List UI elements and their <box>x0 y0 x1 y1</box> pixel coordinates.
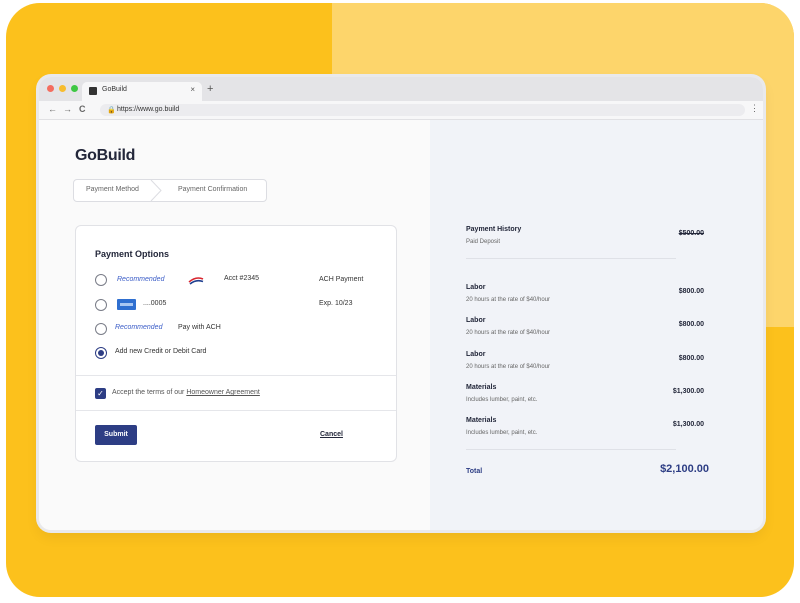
submit-button[interactable]: Submit <box>95 425 137 445</box>
order-summary-pane: Payment History Paid Deposit $500.00 Lab… <box>430 120 763 530</box>
line-item-title: Labor <box>466 351 486 358</box>
card-number: ....0005 <box>143 300 167 307</box>
cancel-link[interactable]: Cancel <box>320 431 343 438</box>
tab-title: GoBuild <box>102 86 127 93</box>
account-number: Acct #2345 <box>224 275 260 282</box>
new-tab-button[interactable]: + <box>207 83 213 95</box>
divider <box>76 410 396 411</box>
payment-history-title: Payment History <box>466 226 522 233</box>
terms-text: Accept the terms of our Homeowner Agreem… <box>112 389 260 396</box>
payment-options-title: Payment Options <box>95 249 170 259</box>
tab-close-icon[interactable]: × <box>190 85 195 94</box>
line-item-sub: 20 hours at the rate of $40/hour <box>466 330 551 336</box>
option-radio-add-new-card[interactable] <box>95 347 107 359</box>
payment-history-sub: Paid Deposit <box>466 239 501 245</box>
add-new-card-label: Add new Credit or Debit Card <box>115 348 207 355</box>
minimize-window-dot[interactable] <box>59 85 66 92</box>
payment-pane: GoBuild Payment Method Payment Confirmat… <box>39 120 430 530</box>
close-window-dot[interactable] <box>47 85 54 92</box>
tab-bar: GoBuild × + <box>39 77 763 101</box>
line-item-amount: $1,300.00 <box>672 421 704 428</box>
forward-icon[interactable]: → <box>63 104 72 114</box>
lock-icon: 🔒 <box>107 107 116 114</box>
card-expiry: Exp. 10/23 <box>319 300 353 307</box>
line-item-title: Labor <box>466 284 486 291</box>
summary-divider <box>466 258 676 259</box>
option-radio-pay-with-ach[interactable] <box>95 323 107 335</box>
total-amount: $2,100.00 <box>660 463 709 475</box>
option-radio-card-0005[interactable] <box>95 299 107 311</box>
url-text[interactable]: https://www.go.build <box>117 106 179 113</box>
browser-tab[interactable]: GoBuild × <box>82 82 202 101</box>
line-item-amount: $800.00 <box>678 321 704 328</box>
breadcrumb: Payment Method Payment Confirmation <box>73 179 267 202</box>
payment-history-amount: $500.00 <box>678 230 704 237</box>
browser-menu-icon[interactable]: ⋮ <box>750 103 759 114</box>
stage: GoBuild × + ← → C 🔒 https://www.go.build… <box>0 0 800 603</box>
step-payment-method[interactable]: Payment Method <box>86 186 139 193</box>
browser-window: GoBuild × + ← → C 🔒 https://www.go.build… <box>39 77 763 530</box>
favicon-icon <box>89 87 97 95</box>
line-item-sub: Includes lumber, paint, etc. <box>466 430 538 436</box>
bank-logo-icon <box>185 275 207 286</box>
line-item-amount: $800.00 <box>678 355 704 362</box>
terms-checkbox[interactable]: ✓ <box>95 388 106 399</box>
line-item-sub: 20 hours at the rate of $40/hour <box>466 297 551 303</box>
address-bar[interactable]: 🔒 https://www.go.build <box>100 104 745 116</box>
browser-toolbar: ← → C 🔒 https://www.go.build ⋮ <box>39 101 763 120</box>
payment-options-card: Payment Options Recommended Acct #2345 A… <box>75 225 397 462</box>
credit-card-icon <box>117 299 136 310</box>
maximize-window-dot[interactable] <box>71 85 78 92</box>
line-item-title: Materials <box>466 384 497 391</box>
option-radio-ach-account[interactable] <box>95 274 107 286</box>
homeowner-agreement-link[interactable]: Homeowner Agreement <box>186 389 260 396</box>
yellow-background: GoBuild × + ← → C 🔒 https://www.go.build… <box>6 3 794 597</box>
divider <box>76 375 396 376</box>
line-item-title: Labor <box>466 317 486 324</box>
breadcrumb-chevron-icon <box>150 180 162 201</box>
line-item-amount: $800.00 <box>678 288 704 295</box>
step-payment-confirmation[interactable]: Payment Confirmation <box>178 186 247 193</box>
terms-prefix: Accept the terms of our <box>112 389 185 396</box>
recommended-label: Recommended <box>115 324 163 331</box>
summary-divider <box>466 449 676 450</box>
line-item-title: Materials <box>466 417 497 424</box>
pay-with-ach-label: Pay with ACH <box>178 324 221 331</box>
page-content: GoBuild Payment Method Payment Confirmat… <box>39 120 763 530</box>
ach-payment-label: ACH Payment <box>319 276 364 283</box>
app-logo: GoBuild <box>75 147 136 164</box>
back-icon[interactable]: ← <box>48 104 57 114</box>
line-item-amount: $1,300.00 <box>672 388 704 395</box>
recommended-label: Recommended <box>117 276 165 283</box>
total-label: Total <box>466 468 483 475</box>
line-item-sub: Includes lumber, paint, etc. <box>466 397 538 403</box>
line-item-sub: 20 hours at the rate of $40/hour <box>466 364 551 370</box>
reload-icon[interactable]: C <box>79 104 86 114</box>
